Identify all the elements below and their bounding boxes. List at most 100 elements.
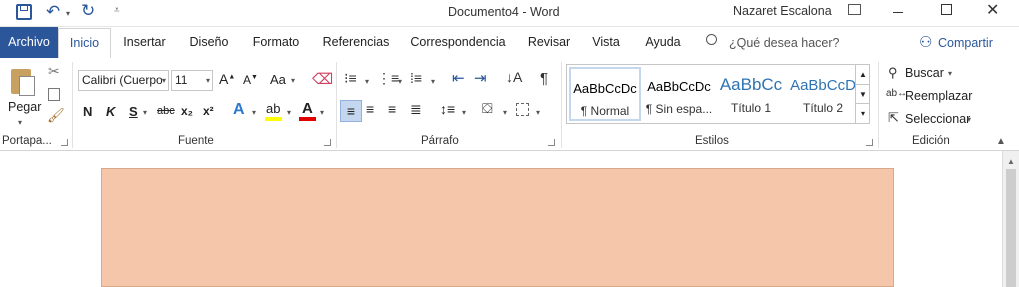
text-effects-dropdown-icon[interactable]: ▾ [252,108,256,117]
paragraph-group-label: Párrafo [421,135,459,147]
search-icon[interactable] [706,34,717,45]
paste-button-label[interactable]: Pegar [8,100,41,114]
select-dropdown-icon[interactable]: ▾ [967,115,971,124]
scroll-up-icon[interactable]: ▲ [1007,157,1015,166]
font-launcher-icon[interactable] [324,139,331,146]
find-button[interactable]: Buscar [905,66,944,80]
save-icon[interactable] [16,4,32,20]
collapse-ribbon-icon[interactable]: ▲ [996,136,1006,147]
change-case-dropdown-icon[interactable]: ▾ [291,76,295,85]
paste-icon[interactable] [9,66,37,98]
style-no-spacing[interactable]: AaBbCcDc ¶ Sin espa... [643,67,715,121]
decrease-indent-icon[interactable]: ⇤ [452,69,465,87]
tab-formato[interactable]: Formato [245,27,307,58]
tab-insertar[interactable]: Insertar [116,27,173,58]
tab-ayuda[interactable]: Ayuda [636,27,690,58]
find-dropdown-icon[interactable]: ▾ [948,69,952,78]
align-center-icon[interactable]: ≡ [366,101,374,117]
justify-icon[interactable]: ≣ [410,101,422,118]
paragraph-launcher-icon[interactable] [548,139,555,146]
superscript-button[interactable]: x² [203,104,214,118]
bold-button[interactable]: N [83,104,92,119]
shrink-font-icon[interactable]: A▼ [243,73,258,87]
close-icon[interactable]: ✕ [986,0,999,20]
underline-button[interactable]: S [129,104,138,119]
cut-icon[interactable]: ✂ [48,63,60,80]
maximize-icon[interactable] [941,4,952,15]
undo-dropdown-icon[interactable]: ▾ [66,9,70,18]
italic-button[interactable]: K [106,104,115,119]
replace-icon[interactable]: ab↔ [886,88,907,99]
ribbon-display-icon[interactable] [848,4,861,15]
tab-correspondencia[interactable]: Correspondencia [404,27,512,58]
font-color-dropdown-icon[interactable]: ▾ [320,108,324,117]
tab-referencias[interactable]: Referencias [316,27,396,58]
clipboard-launcher-icon[interactable] [61,139,68,146]
multilevel-dropdown-icon[interactable]: ▾ [431,77,435,86]
format-painter-icon[interactable]: 🖌 [47,107,65,124]
undo-icon[interactable]: ↶ [46,2,60,22]
share-button[interactable]: Compartir [938,36,993,50]
select-button[interactable]: Seleccionar [905,112,970,126]
minimize-icon[interactable] [893,12,903,13]
vertical-scrollbar[interactable]: ▲ [1002,151,1019,287]
line-spacing-icon[interactable]: ↕≡ [440,101,455,117]
grow-font-icon[interactable]: A▲ [219,71,235,87]
paste-dropdown-icon[interactable]: ▾ [18,118,22,127]
font-name-combo[interactable]: Calibri (Cuerpo ▾ [78,70,169,91]
numbering-icon[interactable]: ⋮≡ [377,70,399,87]
strikethrough-button[interactable]: abc [157,105,175,117]
style-heading-2[interactable]: AaBbCcD Título 2 [787,67,859,121]
text-effects-icon[interactable]: A [233,101,245,119]
show-marks-icon[interactable]: ¶ [540,70,548,87]
line-spacing-dropdown-icon[interactable]: ▾ [462,108,466,117]
multilevel-list-icon[interactable]: ⁞≡ [410,70,422,86]
sort-icon[interactable]: ↓A [506,69,522,85]
styles-more-icon[interactable]: ▾ [855,103,870,123]
align-left-button[interactable]: ≡ [340,100,362,122]
customize-toolbar-icon[interactable]: ⩡ [114,5,120,16]
increase-indent-icon[interactable]: ⇥ [474,69,487,87]
document-page[interactable] [101,168,894,287]
underline-dropdown-icon[interactable]: ▾ [143,108,147,117]
font-color-bar [299,117,316,121]
style-normal[interactable]: AaBbCcDc ¶ Normal [569,67,641,121]
copy-icon[interactable] [48,88,60,101]
styles-launcher-icon[interactable] [866,139,873,146]
tab-inicio[interactable]: Inicio [58,28,111,59]
borders-icon[interactable] [516,103,529,116]
clear-formatting-icon[interactable]: ⌫ [312,70,333,88]
tab-revisar[interactable]: Revisar [520,27,578,58]
numbering-dropdown-icon[interactable]: ▾ [398,77,402,86]
borders-dropdown-icon[interactable]: ▾ [536,108,540,117]
share-icon[interactable]: ⚇ [919,33,932,51]
shading-icon[interactable]: ⛋ [482,100,493,117]
redo-icon[interactable]: ↻ [81,1,95,21]
select-icon[interactable]: ⇱ [888,110,899,126]
styles-scroll-down-icon[interactable]: ▼ [855,84,870,103]
tab-archivo[interactable]: Archivo [0,27,58,58]
bullets-dropdown-icon[interactable]: ▾ [365,77,369,86]
shading-dropdown-icon[interactable]: ▾ [503,108,507,117]
find-icon[interactable]: ⚲ [888,65,898,81]
subscript-button[interactable]: x₂ [181,104,193,118]
search-input[interactable]: ¿Qué desea hacer? [729,36,840,50]
styles-scroll-up-icon[interactable]: ▲ [855,65,870,84]
highlight-icon[interactable]: ab [266,101,280,116]
tab-diseno[interactable]: Diseño [181,27,237,58]
font-color-icon[interactable]: A [302,100,313,117]
style-preview: AaBbCcD [790,77,856,94]
style-name: Título 2 [802,101,844,115]
change-case-button[interactable]: Aa [270,72,286,87]
font-size-combo[interactable]: 11 ▾ [171,70,213,91]
style-preview: AaBbCcDc [573,81,637,96]
align-right-icon[interactable]: ≡ [388,101,396,117]
highlight-dropdown-icon[interactable]: ▾ [287,108,291,117]
user-name[interactable]: Nazaret Escalona [733,4,832,18]
bullets-icon[interactable]: ⁝≡ [344,70,357,87]
scroll-thumb[interactable] [1006,169,1016,287]
ribbon-tabs: Archivo Inicio Insertar Diseño Formato R… [0,27,1019,59]
replace-button[interactable]: Reemplazar [905,89,972,103]
style-heading-1[interactable]: AaBbCc Título 1 [715,67,787,121]
tab-vista[interactable]: Vista [584,27,628,58]
